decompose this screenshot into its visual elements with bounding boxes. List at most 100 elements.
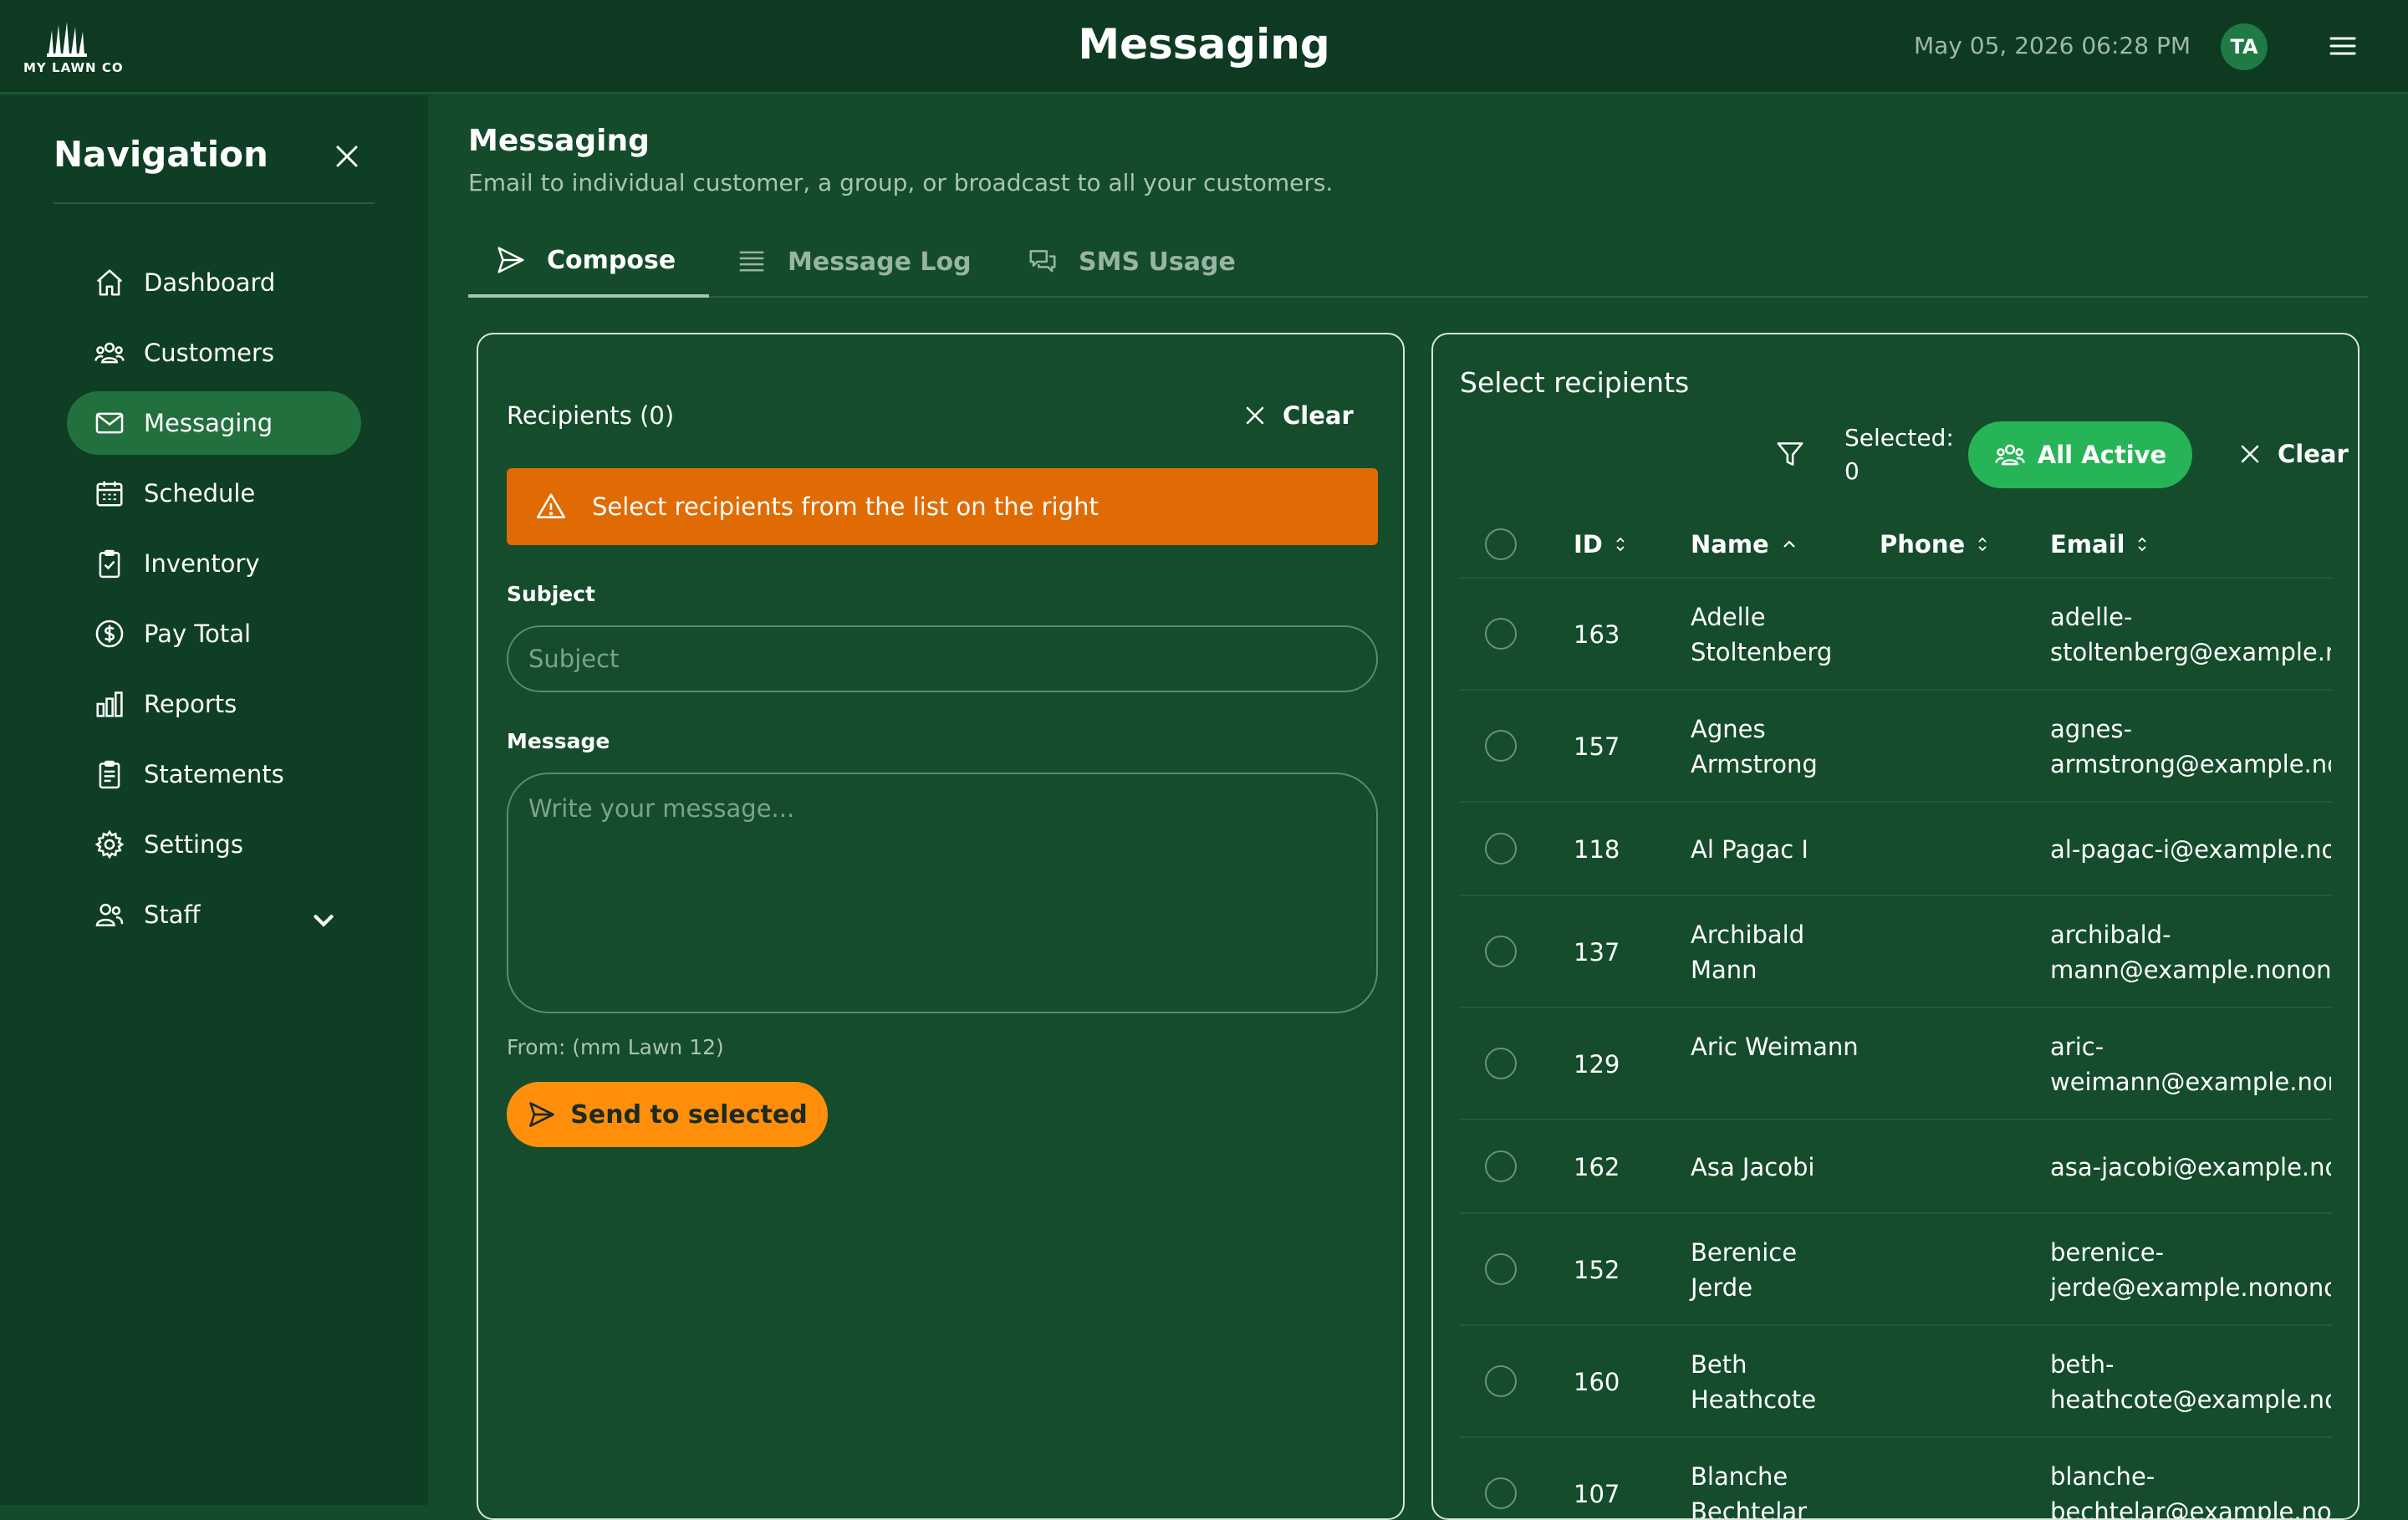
close-icon [1246, 406, 1264, 425]
sidebar-item-statements[interactable]: Statements [67, 742, 361, 806]
sidebar-divider [54, 202, 375, 204]
row-select-radio[interactable] [1485, 936, 1517, 967]
clear-selection-button[interactable]: Clear [2237, 440, 2349, 468]
sidebar-item-settings[interactable]: Settings [67, 813, 361, 876]
row-select-radio[interactable] [1485, 833, 1517, 865]
table-body: 163 Adelle Stoltenberg adelle-stoltenberg@… [1460, 579, 2333, 1520]
send-to-selected-button[interactable]: Send to selected [507, 1082, 828, 1147]
message-label: Message [507, 729, 610, 753]
all-active-label: All Active [2037, 441, 2167, 469]
cell-email: aric-weimann@example.nonono [2050, 1033, 2331, 1096]
sidebar-item-messaging[interactable]: Messaging [67, 391, 361, 455]
calendar-icon [96, 481, 123, 507]
warning-alert: Select recipients from the list on the r… [507, 468, 1378, 545]
cell-id: 157 [1574, 732, 1620, 761]
cell-name: Archibald Mann [1691, 921, 1805, 984]
table-row[interactable]: 160 Beth Heathcote beth-heathcote@example.… [1460, 1326, 2333, 1438]
current-datetime: May 05, 2026 06:28 PM [1913, 32, 2191, 59]
sidebar-item-schedule[interactable]: Schedule [67, 462, 361, 525]
cell-id: 107 [1574, 1480, 1620, 1508]
table-row[interactable]: 118 Al Pagac I al-pagac-i@example.nonono [1460, 803, 2333, 896]
chevron-down-icon[interactable] [308, 905, 339, 936]
column-label: Name [1691, 530, 1769, 559]
sidebar-item-reports[interactable]: Reports [67, 672, 361, 736]
column-header-id[interactable]: ID [1574, 530, 1626, 559]
user-avatar[interactable]: TA [2221, 23, 2268, 70]
table-row[interactable]: 107 Blanche Bechtelar blanche-bechtelar@ex… [1460, 1438, 2333, 1520]
page-subtitle: Email to individual customer, a group, o… [468, 169, 1334, 196]
cell-name: Adelle Stoltenberg [1691, 603, 1833, 666]
close-icon[interactable] [333, 142, 361, 171]
table-row[interactable]: 162 Asa Jacobi asa-jacobi@example.nonono [1460, 1120, 2333, 1214]
row-select-radio[interactable] [1485, 618, 1517, 650]
filter-icon[interactable] [1774, 438, 1806, 470]
cell-name: Al Pagac I [1691, 835, 1809, 864]
cell-email: adelle-stoltenberg@example.nonono [2050, 603, 2331, 666]
sort-icon [2138, 537, 2147, 552]
cell-email: al-pagac-i@example.nonono [2050, 835, 2331, 864]
row-select-radio[interactable] [1485, 1048, 1517, 1079]
sort-icon [1978, 537, 1987, 552]
row-select-radio[interactable] [1485, 1365, 1517, 1397]
message-textarea[interactable] [507, 773, 1378, 1013]
sidebar-item-inventory[interactable]: Inventory [67, 532, 361, 595]
column-header-email[interactable]: Email [2050, 530, 2148, 559]
tab-label: Message Log [788, 247, 972, 277]
sidebar-item-label: Dashboard [144, 268, 276, 297]
table-row[interactable]: 137 Archibald Mann archibald-mann@example.… [1460, 896, 2333, 1008]
sidebar-item-dashboard[interactable]: Dashboard [67, 251, 361, 314]
alert-text: Select recipients from the list on the r… [592, 492, 1099, 521]
sidebar-item-label: Statements [144, 760, 284, 788]
table-row[interactable]: 152 Berenice Jerde berenice-jerde@example.… [1460, 1214, 2333, 1326]
sidebar-nav: Dashboard Customers Messaging Schedule I… [67, 251, 361, 953]
column-label: ID [1574, 530, 1603, 559]
table-row[interactable]: 157 Agnes Armstrong agnes-armstrong@exampl… [1460, 691, 2333, 803]
subject-label: Subject [507, 582, 595, 606]
sidebar-title: Navigation [54, 134, 268, 175]
column-header-name[interactable]: Name [1691, 530, 1798, 559]
table-row[interactable]: 163 Adelle Stoltenberg adelle-stoltenberg@… [1460, 579, 2333, 691]
send-icon [497, 247, 524, 273]
row-select-radio[interactable] [1485, 1253, 1517, 1285]
cell-id: 162 [1574, 1153, 1620, 1181]
all-active-button[interactable]: All Active [1968, 421, 2192, 488]
row-select-radio[interactable] [1485, 1150, 1517, 1182]
clear-label: Clear [1283, 401, 1354, 430]
sidebar-item-customers[interactable]: Customers [67, 321, 361, 385]
table-row[interactable]: 129 Aric Weimann aric-weimann@example.nono… [1460, 1008, 2333, 1120]
clipboard-check-icon [99, 549, 120, 579]
sidebar-item-label: Pay Total [144, 620, 252, 648]
cell-id: 152 [1574, 1256, 1620, 1284]
chat-icon [1029, 250, 1056, 273]
row-select-radio[interactable] [1485, 1477, 1517, 1509]
tab-message-log[interactable]: Message Log [736, 226, 972, 298]
column-label: Email [2050, 530, 2125, 559]
tab-sms-usage[interactable]: SMS Usage [1027, 226, 1236, 298]
cell-id: 118 [1574, 835, 1620, 864]
cell-name: Beth Heathcote [1691, 1350, 1817, 1414]
from-sender-text: From: (mm Lawn 12) [507, 1035, 724, 1059]
recipients-table: ID Name Phone Email 163 Adelle Stoltenber… [1460, 512, 2333, 1520]
cell-email: beth-heathcote@example.nonono [2050, 1350, 2331, 1414]
tab-compose[interactable]: Compose [468, 226, 709, 298]
hamburger-menu-icon[interactable] [2328, 33, 2358, 59]
top-bar: MY LAWN CO Messaging May 05, 2026 06:28 … [0, 0, 2408, 94]
page-title: Messaging [468, 124, 650, 158]
recipients-count: Recipients (0) [507, 401, 675, 430]
sidebar-item-pay-total[interactable]: Pay Total [67, 602, 361, 666]
sort-icon [1616, 537, 1625, 552]
cell-name: Blanche Bechtelar [1691, 1462, 1808, 1520]
column-header-phone[interactable]: Phone [1880, 530, 1988, 559]
sidebar-item-label: Inventory [144, 549, 260, 578]
bar-chart-icon [96, 691, 123, 717]
subject-input[interactable] [507, 625, 1378, 692]
clear-recipients-button[interactable]: Clear [1242, 401, 1354, 430]
cell-name: Asa Jacobi [1691, 1153, 1815, 1181]
row-select-radio[interactable] [1485, 730, 1517, 762]
select-all-radio[interactable] [1485, 528, 1517, 560]
list-icon [739, 251, 764, 272]
close-icon [2241, 445, 2259, 463]
home-icon [96, 269, 123, 296]
sidebar-item-staff[interactable]: Staff [67, 883, 361, 946]
send-label: Send to selected [570, 1099, 808, 1130]
